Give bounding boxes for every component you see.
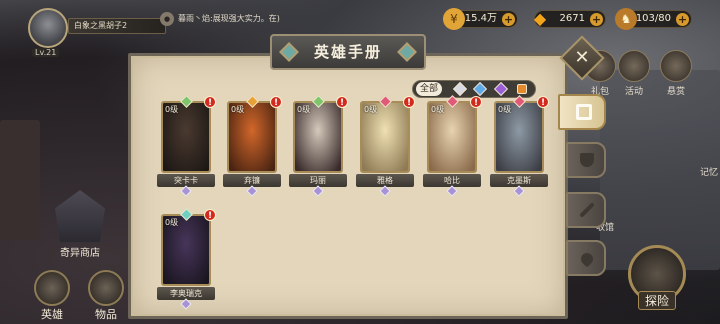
hero-level: 0级 (297, 105, 311, 114)
hero-portrait-frame: 0级 (227, 101, 277, 173)
player-level: Lv.21 (32, 48, 60, 57)
player-name: 白象之黑胡子2 (68, 18, 166, 34)
hero-card[interactable]: 0级! 玛丽 (289, 95, 348, 197)
panel-title-text: 英雄手册 (313, 43, 382, 61)
diamond-value: 2671 (559, 13, 585, 24)
hero-portrait-frame: 0级 (293, 101, 343, 173)
tab-defense[interactable] (566, 142, 606, 178)
bounty-menu[interactable]: 悬赏 (660, 50, 692, 97)
stamina-counter: ♞ 103/80 + (615, 8, 692, 30)
stamina-icon: ♞ (615, 8, 637, 30)
gold-coin-icon: ¥ (443, 8, 465, 30)
alert-badge: ! (537, 96, 549, 108)
activity-menu[interactable]: 活动 (618, 50, 650, 97)
hero-card[interactable]: 0级! 李奥瑞克 (157, 208, 216, 310)
heart-icon (578, 250, 596, 268)
hero-card[interactable]: 0级! 突卡卡 (157, 95, 216, 197)
items-nav-label: 物品 (95, 308, 117, 321)
chat-bubble-icon: ● (160, 11, 174, 26)
records-menu[interactable]: 记忆 (700, 165, 718, 178)
activity-label: 活动 (624, 87, 643, 97)
heroes-nav-button[interactable]: 英雄 (34, 270, 70, 322)
ruin-pillar (0, 120, 40, 240)
stamina-value: 103/80 (635, 13, 671, 24)
alert-badge: ! (336, 96, 348, 108)
filter-all-button[interactable]: 全部 (416, 82, 443, 96)
hero-portrait-frame: 0级 (427, 101, 477, 173)
hero-portrait-frame: 0级 (161, 214, 211, 286)
filter-purple-gem-icon[interactable] (493, 81, 509, 97)
gold-value: 15.4万 (464, 13, 497, 24)
hero-level: 0级 (364, 105, 378, 114)
alert-badge: ! (204, 96, 216, 108)
player-profile[interactable]: 白象之黑胡子2 Lv.21 (28, 8, 178, 58)
alert-badge: ! (403, 96, 415, 108)
hero-level: 0级 (498, 105, 512, 114)
hero-portrait-frame: 0级 (161, 101, 211, 173)
title-gem-right-icon (397, 42, 417, 62)
bounty-icon (660, 50, 692, 82)
diamond-counter: ◆ 2671 + (534, 9, 606, 28)
tab-attack[interactable] (566, 192, 606, 228)
close-icon: ✕ (574, 47, 590, 68)
shop-building-icon (55, 190, 105, 242)
bag-icon (88, 270, 124, 306)
add-diamond-button[interactable]: + (590, 13, 603, 26)
hero-card[interactable]: 0级! 雅格 (356, 95, 415, 197)
hero-card[interactable]: 0级! 哈比 (423, 95, 482, 197)
hero-card[interactable]: 0级! 克墨斯 (490, 95, 549, 197)
alert-badge: ! (204, 209, 216, 221)
helmet-icon (34, 270, 70, 306)
filter-orange-gem-icon[interactable] (517, 84, 527, 94)
chat-ticker[interactable]: ● 暮雨丶焰:展现强大实力。在) (160, 10, 320, 28)
alert-badge: ! (470, 96, 482, 108)
grid-icon (576, 104, 592, 120)
gold-counter: ¥ 15.4万 + (443, 8, 518, 30)
items-nav-button[interactable]: 物品 (88, 270, 124, 322)
panel-title: 英雄手册 (270, 34, 426, 70)
filter-white-gem-icon[interactable] (452, 81, 468, 97)
hero-level: 0级 (165, 105, 179, 114)
add-stamina-button[interactable]: + (676, 13, 689, 26)
filter-blue-gem-icon[interactable] (472, 81, 488, 97)
hero-level: 0级 (165, 218, 179, 227)
sword-icon (579, 202, 595, 218)
explore-button[interactable]: 探险 (624, 245, 690, 322)
avatar[interactable] (28, 8, 68, 48)
hero-portrait-frame: 0级 (494, 101, 544, 173)
shop-label: 奇异商店 (60, 248, 100, 259)
hero-level: 0级 (231, 105, 245, 114)
activity-icon (618, 50, 650, 82)
diamond-icon: ◆ (533, 9, 547, 28)
add-gold-button[interactable]: + (502, 13, 515, 26)
chat-text: 暮雨丶焰:展现强大实力。在) (178, 14, 280, 23)
explore-label: 探险 (637, 291, 676, 310)
bounty-label: 悬赏 (666, 87, 685, 97)
hero-card[interactable]: 0级! 弃镰 (223, 95, 282, 197)
strange-shop[interactable]: 奇异商店 (55, 190, 105, 259)
tab-all-heroes[interactable] (558, 94, 606, 130)
alert-badge: ! (270, 96, 282, 108)
tab-support[interactable] (566, 240, 606, 276)
heroes-nav-label: 英雄 (41, 308, 63, 321)
hero-portrait-frame: 0级 (360, 101, 410, 173)
hero-level: 0级 (431, 105, 445, 114)
title-gem-left-icon (279, 42, 299, 62)
shield-icon (580, 153, 594, 167)
records-label: 记忆 (700, 168, 719, 178)
